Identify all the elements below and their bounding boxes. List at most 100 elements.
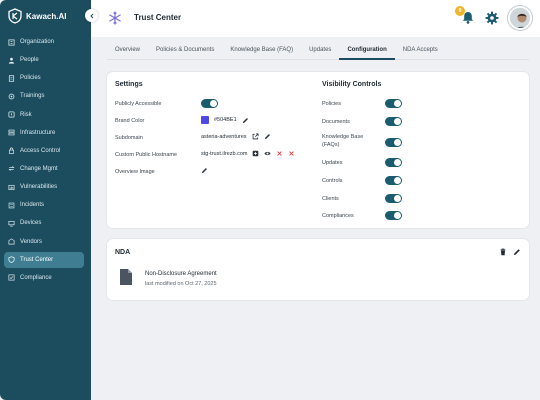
brand-color-label: Brand Color [115, 118, 145, 124]
visibility-toggle-compliances[interactable] [385, 211, 402, 220]
nda-card [107, 239, 529, 300]
visibility-toggle-policies[interactable] [385, 99, 402, 108]
sidebar-item-policies[interactable]: Policies [4, 70, 84, 86]
edit-pencil-icon[interactable] [264, 133, 271, 140]
nda-title: NDA [115, 249, 131, 256]
nda-document-title[interactable]: Non-Disclosure Agreement [145, 271, 217, 277]
access-control-icon [8, 147, 15, 155]
sidebar-item-compliance[interactable]: Compliance [4, 270, 84, 286]
tab-updates[interactable]: Updates [301, 40, 339, 60]
visibility-toggle-updates[interactable] [385, 158, 402, 167]
brand[interactable]: Kawach.AI [8, 8, 66, 24]
sidebar-item-devices[interactable]: Devices [4, 215, 84, 231]
brand-color-swatch[interactable] [201, 116, 209, 124]
sidebar-item-label: Change Mgmt [20, 165, 58, 172]
brand-color-value: #504BE1 [201, 116, 249, 124]
gear-icon[interactable] [485, 11, 499, 25]
visibility-label-documents: Documents [322, 119, 350, 125]
custom-hostname-text: stg-trust.ilrezb.com [201, 150, 248, 157]
sidebar-item-label: Policies [20, 75, 41, 82]
subdomain-value: asteria-adventures [201, 133, 271, 140]
chevron-left-icon [89, 13, 93, 18]
sidebar-item-label: Trust Center [20, 256, 54, 263]
document-icon [120, 269, 132, 285]
sidebar-item-label: Vulnerabilities [20, 184, 58, 191]
visibility-label-knowledge-base: Knowledge Base (FAQs) [322, 134, 364, 148]
visibility-label-policies: Policies [322, 101, 341, 107]
publicly-accessible-toggle[interactable] [201, 99, 218, 108]
compliance-icon [8, 274, 15, 281]
sidebar-item-label: People [20, 57, 39, 64]
visibility-toggle-clients[interactable] [385, 194, 402, 203]
incidents-icon [8, 202, 15, 209]
settings-card [107, 72, 529, 228]
visibility-label-clients: Clients [322, 196, 339, 202]
sidebar-item-label: Compliance [20, 274, 52, 281]
tab-nda-accepts[interactable]: NDA Accepts [395, 40, 446, 60]
top-bar: Trust Center 9 [91, 0, 540, 37]
publicly-accessible-label: Publicly Accessible [115, 101, 162, 107]
trainings-icon [8, 93, 15, 100]
custom-hostname-label: Custom Public Hostname [115, 152, 178, 158]
tab-policies-documents[interactable]: Policies & Documents [148, 40, 222, 60]
notification-badge: 9 [455, 6, 465, 16]
sidebar-item-trust-center[interactable]: Trust Center [4, 251, 84, 268]
subdomain-label: Subdomain [115, 135, 143, 141]
edit-pencil-icon[interactable] [513, 248, 521, 256]
sidebar-item-label: Devices [20, 220, 42, 227]
edit-pencil-icon[interactable] [242, 117, 249, 124]
sidebar-item-vulnerabilities[interactable]: Vulnerabilities [4, 179, 84, 195]
sidebar-collapse-button[interactable] [85, 9, 98, 22]
tab-configuration[interactable]: Configuration [339, 40, 395, 60]
close-icon[interactable] [276, 150, 283, 157]
visibility-label-updates: Updates [322, 160, 343, 166]
sidebar-item-label: Access Control [20, 147, 61, 154]
custom-hostname-value: stg-trust.ilrezb.com [201, 150, 295, 157]
subdomain-text: asteria-adventures [201, 133, 247, 140]
sidebar-item-label: Trainings [20, 93, 45, 100]
sidebar-item-access-control[interactable]: Access Control [4, 143, 84, 159]
visibility-toggle-controls[interactable] [385, 176, 402, 185]
sidebar-item-label: Vendors [20, 238, 43, 245]
trust-center-icon [8, 256, 15, 264]
sidebar-item-label: Infrastructure [20, 129, 56, 136]
brand-name: Kawach.AI [26, 11, 67, 21]
sidebar-item-infrastructure[interactable]: Infrastructure [4, 125, 84, 141]
sidebar-item-label: Organization [20, 39, 55, 45]
vulnerabilities-icon [8, 184, 15, 190]
infrastructure-icon [8, 129, 15, 136]
nda-document-meta: last modified on Oct 27, 2025 [145, 281, 217, 287]
add-box-icon[interactable] [252, 150, 259, 157]
sidebar-item-change-mgmt[interactable]: Change Mgmt [4, 161, 84, 177]
sidebar-item-trainings[interactable]: Trainings [4, 88, 84, 104]
tab-knowledge-base[interactable]: Knowledge Base (FAQ) [222, 40, 301, 60]
sidebar-item-people[interactable]: People [4, 52, 84, 68]
organization-icon [8, 38, 15, 46]
overview-image-label: Overview Image [115, 169, 155, 175]
visibility-label-compliances: Compliances [322, 213, 354, 219]
sidebar-item-incidents[interactable]: Incidents [4, 197, 84, 213]
overview-image-value [201, 167, 208, 174]
trash-icon[interactable] [499, 248, 507, 256]
trust-center-snowflake-icon [109, 11, 121, 25]
user-avatar[interactable] [508, 6, 532, 30]
edit-pencil-icon[interactable] [201, 167, 208, 174]
sidebar-item-organization[interactable]: Organization [4, 34, 84, 50]
eye-icon[interactable] [264, 150, 272, 157]
visibility-controls-title: Visibility Controls [322, 81, 382, 88]
risk-icon [8, 111, 15, 118]
change-mgmt-icon [8, 166, 15, 172]
sidebar-nav: Organization People Policies Trainings R… [4, 34, 84, 288]
sidebar-item-risk[interactable]: Risk [4, 107, 84, 123]
tab-overview[interactable]: Overview [107, 40, 148, 60]
external-link-icon[interactable] [252, 133, 259, 140]
sidebar-item-label: Risk [20, 111, 32, 118]
sidebar-item-label: Incidents [20, 202, 45, 209]
shield-logo-icon [8, 8, 22, 24]
sidebar-item-vendors[interactable]: Vendors [4, 234, 84, 250]
visibility-toggle-knowledge-base[interactable] [385, 138, 402, 147]
close-icon[interactable] [288, 150, 295, 157]
tab-bar: Overview Policies & Documents Knowledge … [107, 40, 529, 60]
visibility-toggle-documents[interactable] [385, 117, 402, 126]
avatar-portrait-icon [510, 8, 530, 28]
